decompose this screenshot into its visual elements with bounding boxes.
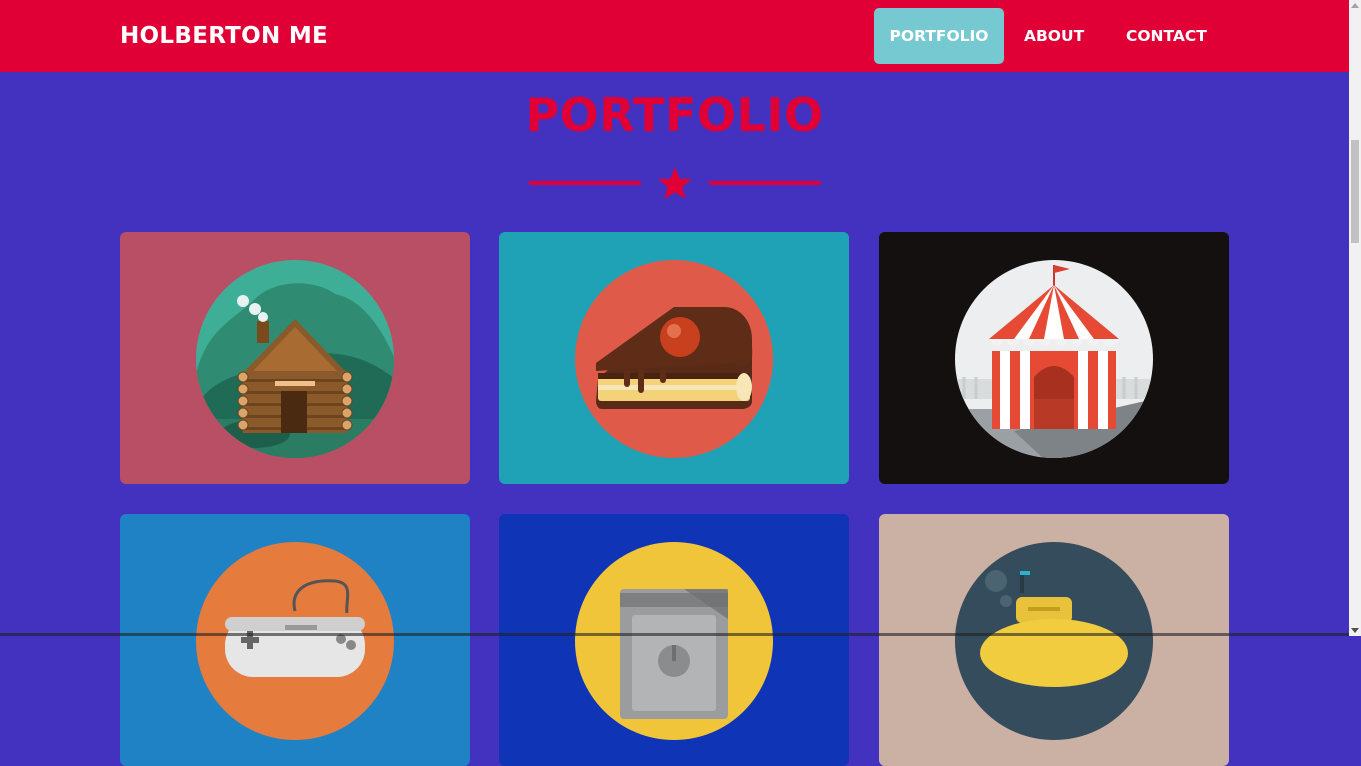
top-navbar: HOLBERTON ME PORTFOLIO ABOUT CONTACT <box>0 0 1349 72</box>
vertical-scrollbar[interactable] <box>1349 0 1361 636</box>
scrollbar-thumb[interactable] <box>1351 140 1359 243</box>
portfolio-item-safe[interactable] <box>499 514 849 766</box>
portfolio-item-cake[interactable] <box>499 232 849 484</box>
title-divider <box>529 166 821 202</box>
safe-icon <box>575 542 773 740</box>
portfolio-item-cabin[interactable] <box>120 232 470 484</box>
cabin-icon <box>196 260 394 458</box>
submarine-icon <box>955 542 1153 740</box>
brand-logo[interactable]: HOLBERTON ME <box>120 0 328 72</box>
nav-links: PORTFOLIO ABOUT CONTACT <box>874 8 1207 64</box>
divider-line-right <box>709 181 821 185</box>
nav-link-contact[interactable]: CONTACT <box>1112 8 1207 64</box>
nav-link-portfolio[interactable]: PORTFOLIO <box>874 8 1004 64</box>
circus-tent-icon <box>955 260 1153 458</box>
scroll-down-icon[interactable] <box>1349 624 1361 636</box>
cake-icon <box>575 260 773 458</box>
portfolio-item-submarine[interactable] <box>879 514 1229 766</box>
scroll-up-icon[interactable] <box>1349 0 1361 12</box>
portfolio-item-controller[interactable] <box>120 514 470 766</box>
game-controller-icon <box>196 542 394 740</box>
star-icon <box>658 167 692 199</box>
divider-line-left <box>529 181 641 185</box>
portfolio-item-circus[interactable] <box>879 232 1229 484</box>
nav-link-about[interactable]: ABOUT <box>1004 8 1112 64</box>
page-title: PORTFOLIO <box>525 88 824 142</box>
